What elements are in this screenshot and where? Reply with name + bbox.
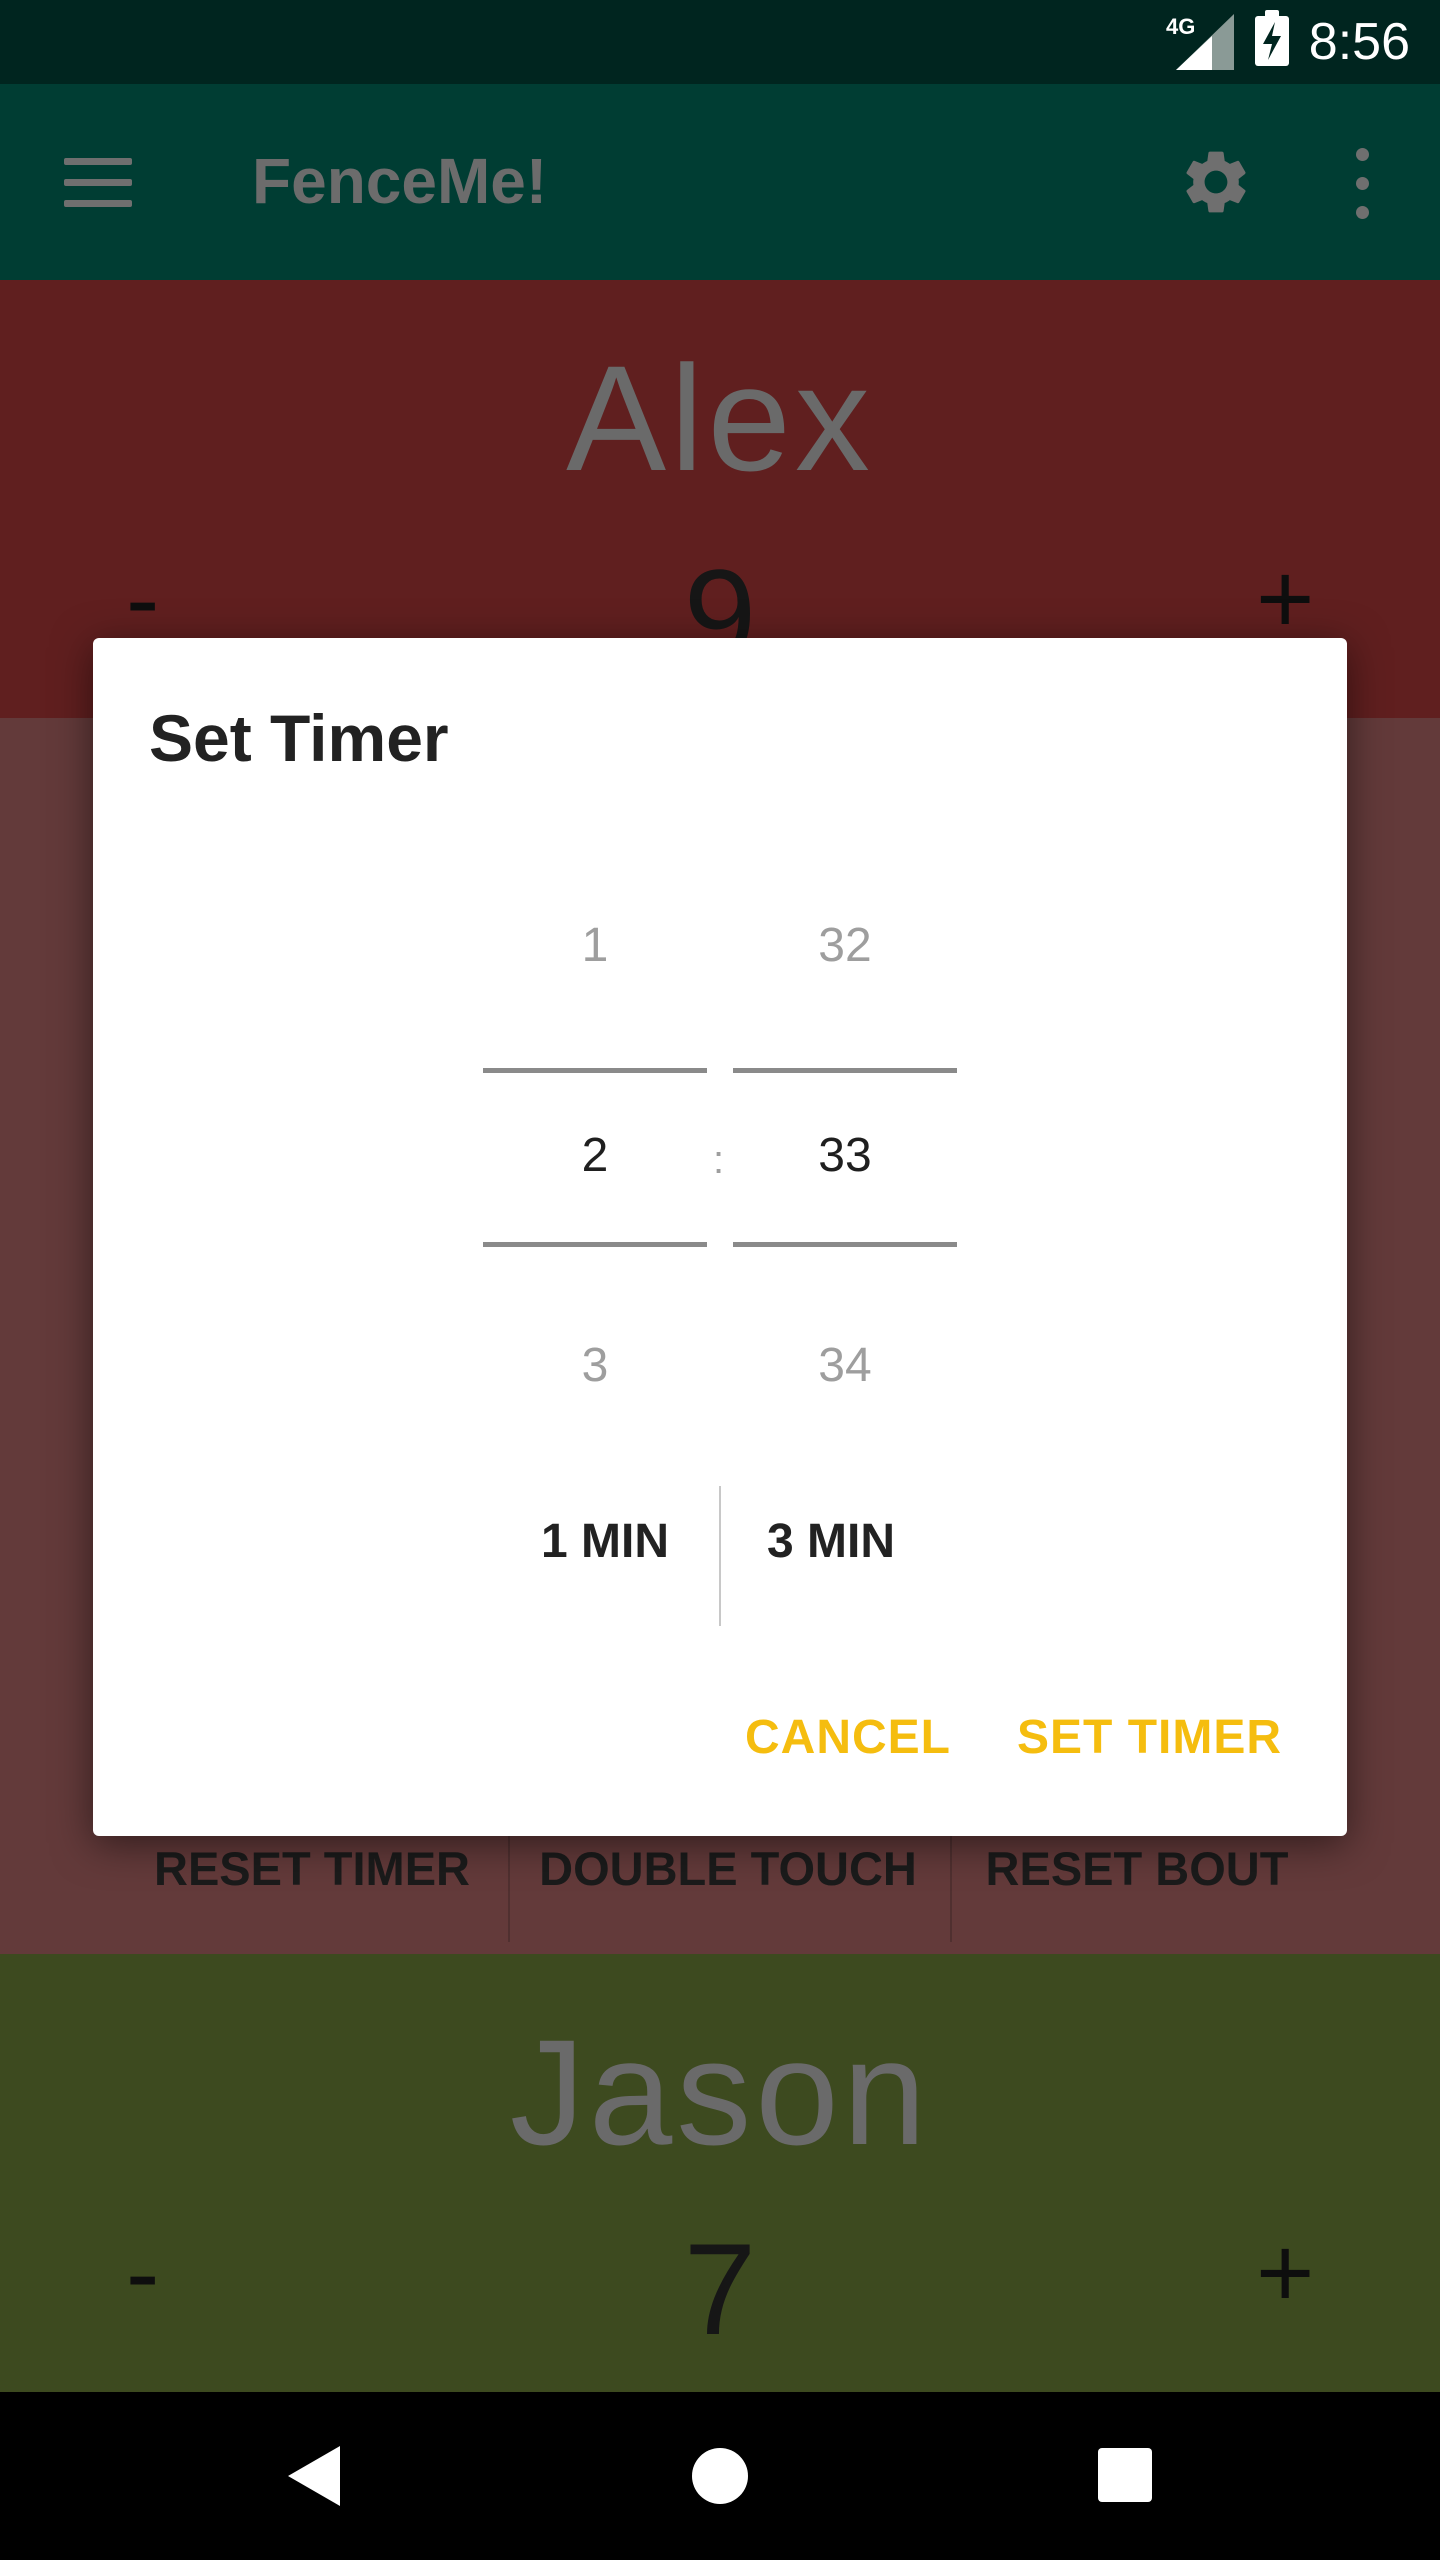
set-timer-button[interactable]: SET TIMER — [1017, 1710, 1282, 1765]
cancel-button[interactable]: CANCEL — [745, 1710, 951, 1765]
recents-icon[interactable] — [1098, 2448, 1152, 2502]
fencer-name-bottom[interactable]: Jason — [0, 2006, 1440, 2179]
back-icon[interactable] — [288, 2446, 340, 2506]
set-timer-dialog: Set Timer 1 2 3 : 32 33 34 1 MIN 3 MIN C… — [93, 638, 1347, 1836]
app-bar: FenceMe! — [0, 84, 1440, 280]
divider — [508, 1834, 510, 1942]
minutes-picker-line — [483, 1242, 707, 1247]
score-bottom: 7 — [683, 2216, 757, 2362]
seconds-below[interactable]: 34 — [733, 1338, 957, 1393]
seconds-picker-line — [733, 1242, 957, 1247]
seconds-selected[interactable]: 33 — [733, 1128, 957, 1183]
seconds-picker-line — [733, 1068, 957, 1073]
more-options-icon[interactable] — [1348, 148, 1378, 220]
gear-icon[interactable] — [1178, 144, 1254, 220]
signal-icon — [1176, 14, 1234, 70]
status-time: 8:56 — [1308, 13, 1410, 71]
app-title: FenceMe! — [252, 145, 548, 217]
minutes-selected[interactable]: 2 — [483, 1128, 707, 1183]
preset-1-min-button[interactable]: 1 MIN — [541, 1514, 669, 1569]
time-separator: : — [713, 1138, 725, 1182]
minutes-above[interactable]: 1 — [483, 918, 707, 973]
menu-icon[interactable] — [64, 158, 132, 208]
minutes-below[interactable]: 3 — [483, 1338, 707, 1393]
navigation-bar — [0, 2392, 1440, 2560]
seconds-above[interactable]: 32 — [733, 918, 957, 973]
fencer-name-top[interactable]: Alex — [0, 332, 1440, 505]
battery-icon — [1255, 10, 1289, 66]
fencer-panel-bottom: Jason - 7 + — [0, 1954, 1440, 2392]
home-icon[interactable] — [692, 2448, 748, 2504]
dialog-title: Set Timer — [149, 701, 449, 775]
minutes-picker-line — [483, 1068, 707, 1073]
preset-3-min-button[interactable]: 3 MIN — [767, 1514, 895, 1569]
divider — [950, 1834, 952, 1942]
preset-divider — [719, 1486, 721, 1626]
increment-score-button-bottom[interactable]: + — [1256, 2216, 1314, 2331]
status-bar: 4G 8:56 — [0, 0, 1440, 84]
